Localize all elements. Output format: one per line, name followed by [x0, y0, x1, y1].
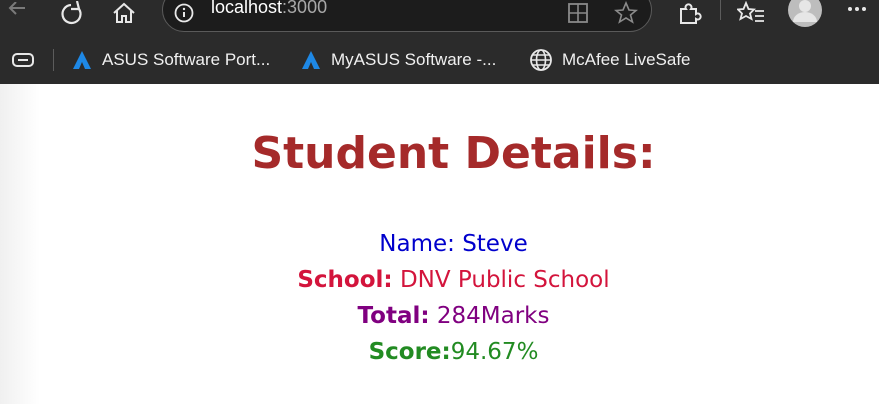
bookmark-myasus-software[interactable]: MyASUS Software -...	[299, 46, 496, 74]
name-label: Name:	[379, 231, 455, 257]
toolbar-divider	[720, 0, 721, 20]
profile-icon[interactable]	[786, 0, 824, 28]
detail-score: Score:94.67%	[28, 339, 879, 365]
name-value: Steve	[462, 231, 528, 257]
browser-chrome: localhost:3000 ASUS Software Port... MyA…	[0, 0, 879, 84]
home-icon[interactable]	[109, 0, 139, 28]
total-value: 284Marks	[436, 303, 550, 329]
asus-logo-icon	[73, 51, 91, 69]
favorite-icon[interactable]	[611, 0, 641, 27]
globe-icon	[530, 49, 552, 71]
bookmark-asus-software-portal[interactable]: ASUS Software Port...	[70, 46, 270, 74]
bookmark-mcafee-livesafe[interactable]: McAfee LiveSafe	[528, 46, 691, 74]
address-port: :3000	[282, 0, 328, 17]
info-icon[interactable]	[169, 0, 199, 27]
detail-school: School: DNV Public School	[28, 267, 879, 293]
bookmark-label: MyASUS Software -...	[331, 50, 497, 69]
score-value: 94.67%	[450, 339, 539, 365]
total-label: Total:	[357, 303, 430, 329]
school-label: School:	[297, 267, 393, 293]
score-label: Score:	[368, 339, 451, 365]
bookmark-label: ASUS Software Port...	[102, 50, 271, 69]
asus-logo-icon	[302, 51, 320, 69]
bookmarks-divider	[53, 49, 54, 71]
browser-toolbar: localhost:3000	[0, 0, 879, 38]
address-host: localhost	[211, 0, 283, 17]
detail-name: Name: Steve	[28, 231, 879, 257]
split-screen-icon[interactable]	[563, 0, 593, 27]
detail-total: Total: 284Marks	[28, 303, 879, 329]
extensions-icon[interactable]	[674, 0, 704, 28]
favorites-list-icon[interactable]	[736, 0, 766, 28]
bookmark-label: McAfee LiveSafe	[562, 50, 691, 69]
school-value: DNV Public School	[399, 267, 610, 293]
address-url[interactable]: localhost:3000	[211, 0, 327, 18]
refresh-icon[interactable]	[56, 0, 86, 28]
page-title: Student Details:	[251, 128, 656, 179]
more-icon[interactable]	[842, 0, 872, 28]
page-content: Student Details: Name: Steve School: DNV…	[0, 84, 879, 404]
back-icon[interactable]	[2, 0, 32, 28]
address-bar[interactable]: localhost:3000	[162, 0, 652, 32]
tab-actions-icon[interactable]	[10, 46, 44, 74]
